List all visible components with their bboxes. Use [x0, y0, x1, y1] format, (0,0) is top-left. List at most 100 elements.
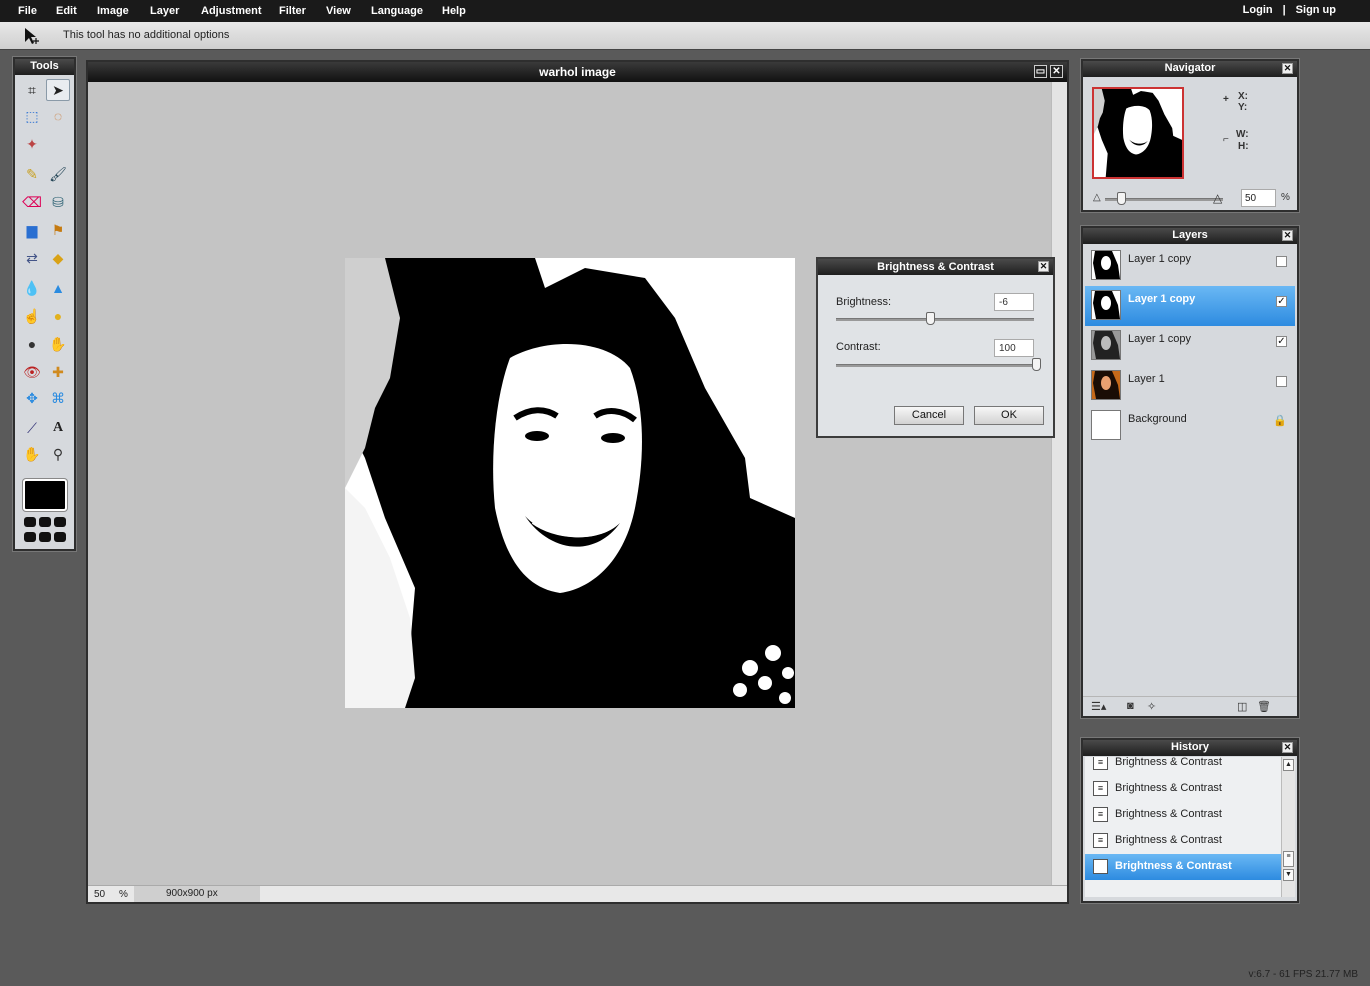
red-eye-icon[interactable]: 👁: [20, 361, 44, 383]
layers-close-icon[interactable]: ✕: [1282, 230, 1293, 241]
layer-thumbnail: [1091, 330, 1121, 360]
move-icon[interactable]: ➤: [46, 79, 70, 101]
history-item-label: Brightness & Contrast: [1115, 834, 1222, 846]
contrast-input[interactable]: 100: [994, 339, 1034, 357]
marquee-icon[interactable]: ⬚: [20, 105, 44, 127]
maximize-icon[interactable]: ▭: [1034, 65, 1047, 78]
layer-name[interactable]: Layer 1 copy: [1128, 333, 1191, 345]
menu-layer[interactable]: Layer: [150, 5, 179, 17]
zoom-icon[interactable]: ⚲: [46, 443, 70, 465]
lasso-icon[interactable]: ◌: [46, 105, 70, 127]
layer-name[interactable]: Layer 1 copy: [1128, 253, 1191, 265]
navigator-zoom-thumb[interactable]: [1117, 192, 1126, 205]
scroll-down-icon[interactable]: ▼: [1283, 869, 1294, 881]
bucket-icon[interactable]: ⛁: [46, 191, 70, 213]
contrast-label: Contrast:: [836, 341, 881, 353]
pinch-icon[interactable]: ⌘: [46, 387, 70, 409]
crop-icon[interactable]: ⌗: [20, 79, 44, 101]
layer-row[interactable]: Background 🔒: [1085, 406, 1295, 446]
history-item[interactable]: ≡ Brightness & Contrast: [1085, 776, 1281, 802]
account-links: Login | Sign up: [1243, 4, 1336, 16]
stamp-icon[interactable]: ⚑: [46, 219, 70, 241]
pencil-icon[interactable]: ✎: [20, 163, 44, 185]
zoom-value[interactable]: 50: [94, 889, 105, 900]
cancel-button[interactable]: Cancel: [894, 406, 964, 425]
layer-visibility-checkbox[interactable]: [1276, 256, 1287, 267]
login-link[interactable]: Login: [1243, 4, 1273, 16]
navigator-close-icon[interactable]: ✕: [1282, 63, 1293, 74]
history-close-icon[interactable]: ✕: [1282, 742, 1293, 753]
history-scrollbar[interactable]: ▲ ≡ ▼: [1281, 757, 1295, 897]
scroll-thumb[interactable]: ≡: [1283, 851, 1294, 867]
burn-icon[interactable]: ●: [20, 333, 44, 355]
menu-view[interactable]: View: [326, 5, 351, 17]
eraser-icon[interactable]: ⌫: [20, 191, 44, 213]
brightness-slider-track[interactable]: [836, 318, 1034, 321]
navigator-zoom-input[interactable]: 50: [1241, 189, 1276, 207]
delete-layer-icon[interactable]: 🗑: [1257, 700, 1271, 713]
palette-buttons[interactable]: [24, 517, 70, 543]
layer-thumbnail: [1091, 250, 1121, 280]
layer-visibility-checkbox[interactable]: [1276, 376, 1287, 387]
scroll-up-icon[interactable]: ▲: [1283, 759, 1294, 771]
history-item-selected[interactable]: ≡ Brightness & Contrast: [1085, 854, 1281, 880]
spot-heal-icon[interactable]: ✚: [46, 361, 70, 383]
color-replace-icon[interactable]: ⇄: [20, 247, 44, 269]
layer-menu-icon[interactable]: ☰▴: [1091, 700, 1106, 713]
layer-name[interactable]: Layer 1: [1128, 373, 1165, 385]
foreground-color-swatch[interactable]: [23, 479, 67, 511]
layer-visibility-checkbox[interactable]: ✓: [1276, 336, 1287, 347]
layer-mask-icon[interactable]: ◙: [1127, 700, 1134, 712]
text-tool-icon[interactable]: A: [46, 417, 70, 439]
separator: |: [1282, 4, 1286, 16]
blur-icon[interactable]: 💧: [20, 277, 44, 299]
layer-style-icon[interactable]: ✧: [1147, 700, 1156, 713]
navigator-title-text: Navigator: [1164, 62, 1216, 74]
ok-button[interactable]: OK: [974, 406, 1044, 425]
zoom-out-icon[interactable]: △: [1093, 192, 1101, 203]
layer-row-selected[interactable]: Layer 1 copy ✓: [1085, 286, 1295, 326]
brightness-slider-thumb[interactable]: [926, 312, 935, 325]
zoom-in-icon[interactable]: △: [1213, 191, 1222, 205]
brightness-input[interactable]: -6: [994, 293, 1034, 311]
menu-file[interactable]: File: [18, 5, 37, 17]
history-item-label: Brightness & Contrast: [1115, 808, 1222, 820]
history-item[interactable]: ≡ Brightness & Contrast: [1085, 828, 1281, 854]
magic-wand-icon[interactable]: ✦: [20, 133, 44, 155]
smudge-icon[interactable]: ☝: [20, 305, 44, 327]
menu-image[interactable]: Image: [97, 5, 129, 17]
contrast-slider-track[interactable]: [836, 364, 1034, 367]
layer-name[interactable]: Layer 1 copy: [1128, 293, 1195, 305]
brush-icon[interactable]: 🖌: [46, 163, 70, 185]
menu-language[interactable]: Language: [371, 5, 423, 17]
layer-name[interactable]: Background: [1128, 413, 1187, 425]
menu-adjustment[interactable]: Adjustment: [201, 5, 262, 17]
navigator-panel: Navigator ✕ + X: Y: ⌐ W: H: △ △ 50 %: [1081, 59, 1299, 212]
shape-icon[interactable]: ◆: [46, 247, 70, 269]
history-item[interactable]: ≡ Brightness & Contrast: [1085, 802, 1281, 828]
layer-row[interactable]: Layer 1 copy ✓: [1085, 326, 1295, 366]
bloat-icon[interactable]: ✥: [20, 387, 44, 409]
color-picker-icon[interactable]: ⟋: [20, 417, 44, 439]
menu-help[interactable]: Help: [442, 5, 466, 17]
gradient-icon[interactable]: ▆: [20, 219, 44, 241]
dialog-close-icon[interactable]: ✕: [1038, 261, 1049, 272]
dodge-icon[interactable]: ✋: [46, 333, 70, 355]
signup-link[interactable]: Sign up: [1296, 4, 1336, 16]
layer-visibility-checkbox[interactable]: ✓: [1276, 296, 1287, 307]
close-icon[interactable]: ✕: [1050, 65, 1063, 78]
vertical-scrollbar[interactable]: [1051, 82, 1067, 887]
contrast-slider-thumb[interactable]: [1032, 358, 1041, 371]
sponge-icon[interactable]: ●: [46, 305, 70, 327]
layer-row[interactable]: Layer 1 copy: [1085, 246, 1295, 286]
sharpen-icon[interactable]: ▲: [46, 277, 70, 299]
menu-edit[interactable]: Edit: [56, 5, 77, 17]
menu-filter[interactable]: Filter: [279, 5, 306, 17]
h-label: H:: [1238, 141, 1249, 152]
hand-icon[interactable]: ✋: [20, 443, 44, 465]
history-item[interactable]: ≡ Brightness & Contrast: [1085, 757, 1281, 776]
image-canvas[interactable]: [345, 258, 795, 708]
layer-row[interactable]: Layer 1: [1085, 366, 1295, 406]
new-layer-icon[interactable]: ◫: [1237, 700, 1247, 713]
navigator-thumbnail[interactable]: [1092, 87, 1184, 179]
